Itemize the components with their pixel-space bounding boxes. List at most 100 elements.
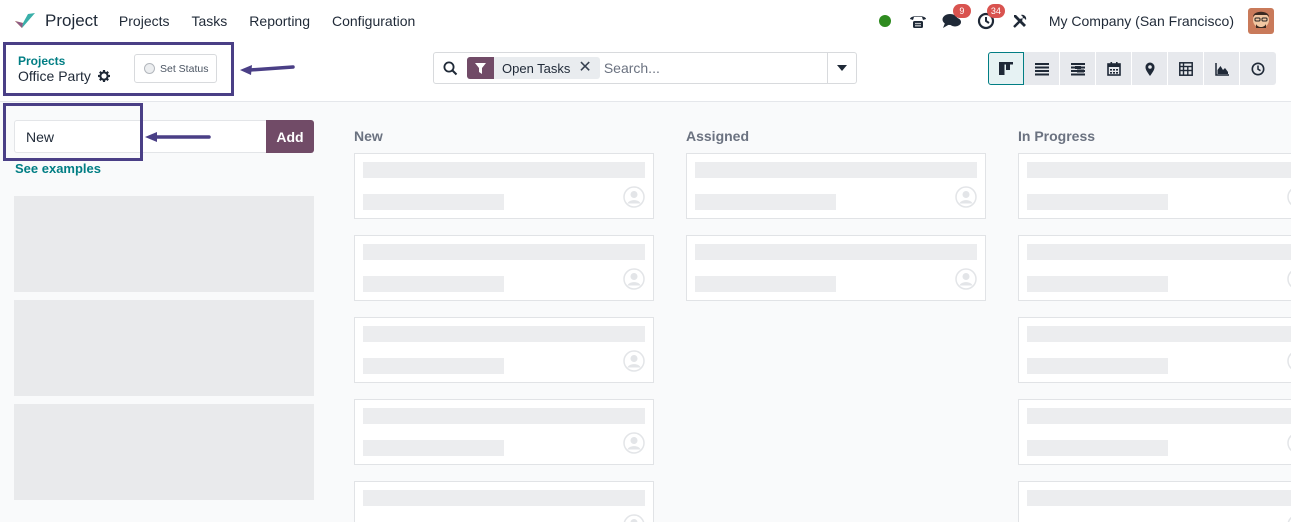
clock-icon [1251,62,1265,75]
kanban-card[interactable] [1018,317,1291,383]
map-marker-icon [1145,62,1154,76]
search-facet: Open Tasks ✕ [467,57,600,79]
kanban-card[interactable] [354,399,654,465]
card-subtitle-placeholder [363,440,504,456]
user-placeholder-icon [1287,352,1291,370]
phone-icon[interactable] [907,10,929,32]
facet-label: Open Tasks [502,60,571,76]
presence-status-icon [878,15,891,27]
activities-badge: 34 [986,4,1005,18]
calendar-icon [1106,61,1121,76]
main-menu: Projects Tasks Reporting Configuration [108,0,426,42]
card-subtitle-placeholder [1027,194,1168,210]
card-subtitle-placeholder [363,358,504,374]
view-calendar-button[interactable] [1096,52,1132,85]
card-title-placeholder [363,326,645,342]
card-title-placeholder [363,244,645,260]
card-title-placeholder [363,162,645,178]
view-list-button[interactable] [1024,52,1060,85]
systray: 9 34 My Company (San Francisco) [878,0,1291,42]
annotation-arrow-icon [240,65,295,75]
view-map-button[interactable] [1132,52,1168,85]
column-placeholder [14,404,314,500]
card-title-placeholder [695,162,977,178]
kanban-card[interactable] [354,235,654,301]
company-switcher[interactable]: My Company (San Francisco) [1049,13,1234,29]
menu-reporting[interactable]: Reporting [238,0,321,42]
search-input[interactable] [603,60,824,76]
card-title-placeholder [1027,490,1291,506]
card-subtitle-placeholder [695,276,836,292]
user-placeholder-icon [1287,516,1291,522]
view-gantt-button[interactable] [1060,52,1096,85]
card-title-placeholder [363,408,645,424]
clock-icon[interactable]: 34 [975,4,1005,32]
view-graph-button[interactable] [1204,52,1240,85]
tools-icon[interactable] [1009,10,1031,32]
user-placeholder-icon [623,268,645,290]
pivot-table-icon [1178,61,1193,76]
user-placeholder-icon [955,268,977,290]
card-title-placeholder [1027,408,1291,424]
kanban-card[interactable] [354,153,654,219]
card-title-placeholder [1027,326,1291,342]
menu-projects[interactable]: Projects [108,0,181,42]
card-title-placeholder [1027,244,1291,260]
card-subtitle-placeholder [363,276,504,292]
annotation-arrow-icon [145,132,211,142]
close-icon[interactable]: ✕ [578,57,599,79]
kanban-card[interactable] [1018,481,1291,522]
see-examples-link[interactable]: See examples [15,161,101,176]
filter-icon [467,57,494,79]
messages-badge: 9 [952,4,971,18]
menu-tasks[interactable]: Tasks [181,0,239,42]
view-kanban-button[interactable] [988,52,1024,85]
kanban-card[interactable] [1018,153,1291,219]
user-avatar[interactable] [1248,8,1274,34]
user-placeholder-icon [955,186,977,208]
card-subtitle-placeholder [1027,276,1168,292]
view-switcher [988,52,1276,85]
app-brand[interactable]: Project [14,0,98,42]
view-pivot-button[interactable] [1168,52,1204,85]
column-placeholder [14,196,314,292]
column-title-new[interactable]: New [354,128,383,144]
card-title-placeholder [363,490,645,506]
search-bar: Open Tasks ✕ [433,52,857,84]
kanban-icon [999,61,1013,75]
user-placeholder-icon [1287,188,1291,206]
kanban-card[interactable] [686,235,986,301]
user-placeholder-icon [623,514,645,522]
kanban-card[interactable] [686,153,986,219]
card-subtitle-placeholder [363,194,504,210]
card-subtitle-placeholder [695,194,836,210]
user-placeholder-icon [1287,434,1291,452]
column-title-in-progress[interactable]: In Progress [1018,128,1095,144]
user-placeholder-icon [1287,270,1291,288]
column-title-assigned[interactable]: Assigned [686,128,749,144]
chat-icon[interactable]: 9 [941,4,971,32]
column-placeholder [14,300,314,396]
caret-down-icon [837,65,847,71]
card-subtitle-placeholder [1027,440,1168,456]
kanban-card[interactable] [354,317,654,383]
menu-configuration[interactable]: Configuration [321,0,426,42]
view-activity-button[interactable] [1240,52,1276,85]
add-stage-button[interactable]: Add [266,120,314,153]
search-options-toggle[interactable] [827,53,856,83]
card-title-placeholder [1027,162,1291,178]
card-title-placeholder [695,244,977,260]
kanban-card[interactable] [1018,235,1291,301]
project-logo-icon [15,13,35,28]
list-icon [1034,62,1049,75]
area-chart-icon [1214,62,1229,76]
user-placeholder-icon [623,186,645,208]
kanban-card[interactable] [354,481,654,522]
kanban-card[interactable] [1018,399,1291,465]
annotation-highlight-box [3,103,143,161]
kanban-board: Add See examples New Assigned In Progres… [0,102,1291,522]
annotation-highlight-box [3,42,234,96]
top-navbar: Project Projects Tasks Reporting Configu… [0,0,1291,42]
search-icon [443,61,458,75]
card-subtitle-placeholder [1027,358,1168,374]
